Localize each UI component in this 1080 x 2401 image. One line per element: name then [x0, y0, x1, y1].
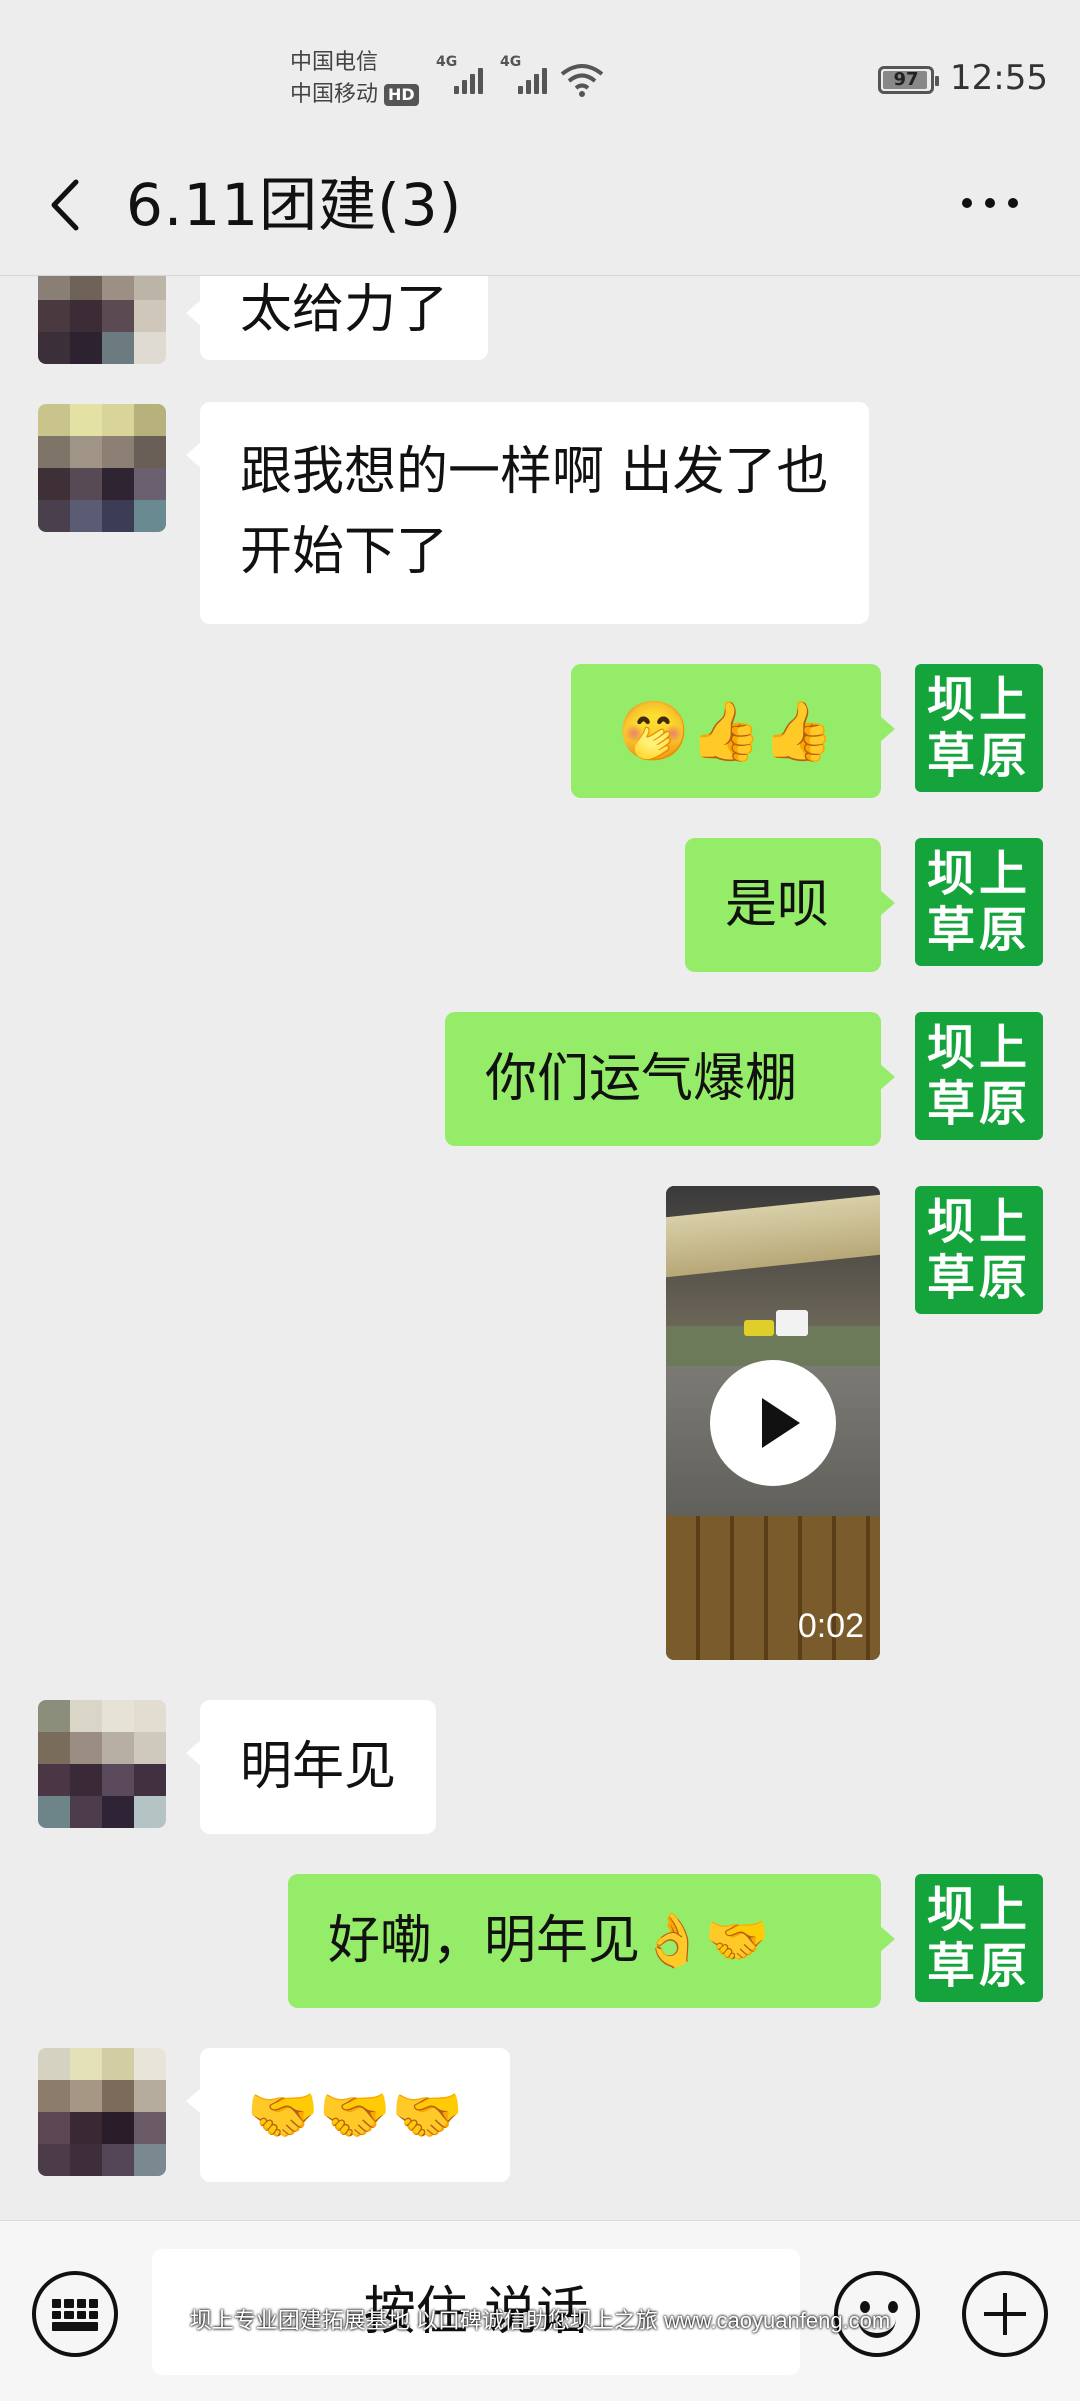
- avatar[interactable]: [38, 404, 166, 532]
- message-bubble[interactable]: 好嘞，明年见👌🤝: [288, 1874, 895, 2008]
- avatar-text: 草原: [926, 902, 1031, 958]
- chevron-left-icon[interactable]: [38, 170, 98, 240]
- carrier-2: 中国移动 HD: [290, 80, 419, 110]
- avatar-text: 草原: [926, 728, 1031, 784]
- avatar[interactable]: [38, 1700, 166, 1828]
- sender-avatar[interactable]: 坝上 草原: [915, 838, 1043, 966]
- avatar-text: 坝上: [926, 1882, 1031, 1938]
- avatar-text: 草原: [926, 1250, 1031, 1306]
- hd-badge: HD: [384, 84, 419, 106]
- message-bubble[interactable]: 是呗: [685, 838, 895, 972]
- avatar[interactable]: [38, 2048, 166, 2176]
- chat-title: 6.11团建(3): [126, 171, 463, 239]
- message-list[interactable]: 太给力了 跟我想的一样啊 出发了也 开始下了 🤭👍👍 坝上 草原 是呗 坝上 草原 …: [0, 276, 1080, 2220]
- video-duration: 0:02: [797, 1607, 864, 1645]
- chat-header: 6.11团建(3): [0, 130, 1080, 276]
- watermark: 坝上专业团建拓展基地 以口碑诚信助您坝上之旅 www.caoyuanfeng.c…: [189, 2308, 891, 2333]
- battery-icon: 97: [878, 66, 939, 94]
- clock: 12:55: [950, 58, 1048, 98]
- avatar-text: 坝上: [926, 672, 1031, 728]
- network-type-1: 4G: [436, 54, 458, 70]
- avatar-text: 草原: [926, 1938, 1031, 1994]
- message-bubble[interactable]: 你们运气爆棚: [445, 1012, 895, 1146]
- message-bubble[interactable]: 太给力了: [185, 276, 489, 360]
- status-bar: 中国电信 中国移动 HD 4G 4G 97 12:55: [0, 0, 1080, 130]
- battery-level: 97: [893, 69, 919, 90]
- video-message[interactable]: 0:02: [666, 1186, 880, 1660]
- message-line: 开始下了: [240, 522, 449, 582]
- wifi-icon: [560, 64, 604, 97]
- message-bubble[interactable]: 跟我想的一样啊 出发了也 开始下了: [186, 402, 869, 624]
- message-bubble[interactable]: 🤭👍👍: [571, 664, 895, 798]
- sender-avatar[interactable]: 坝上 草原: [915, 1012, 1043, 1140]
- avatar-text: 坝上: [926, 846, 1031, 902]
- carrier-2-label: 中国移动: [290, 82, 379, 107]
- message-bubble[interactable]: 明年见: [185, 1700, 437, 1834]
- message-line: 跟我想的一样啊 出发了也: [240, 442, 829, 502]
- carrier-1: 中国电信: [290, 50, 379, 75]
- sender-avatar[interactable]: 坝上 草原: [915, 1874, 1043, 2002]
- avatar-text: 坝上: [926, 1194, 1031, 1250]
- avatar-text: 草原: [926, 1076, 1031, 1132]
- avatar-text: 坝上: [926, 1020, 1031, 1076]
- avatar[interactable]: [38, 276, 166, 364]
- play-icon[interactable]: [710, 1360, 836, 1486]
- more-horizontal-icon[interactable]: [955, 178, 1025, 228]
- message-bubble[interactable]: 🤝🤝🤝: [186, 2048, 510, 2182]
- sender-avatar[interactable]: 坝上 草原: [915, 1186, 1043, 1314]
- input-bar: 按住 说话 坝上专业团建拓展基地 以口碑诚信助您坝上之旅 www.caoyuan…: [0, 2220, 1080, 2401]
- network-type-2: 4G: [500, 54, 522, 70]
- sender-avatar[interactable]: 坝上 草原: [915, 664, 1043, 792]
